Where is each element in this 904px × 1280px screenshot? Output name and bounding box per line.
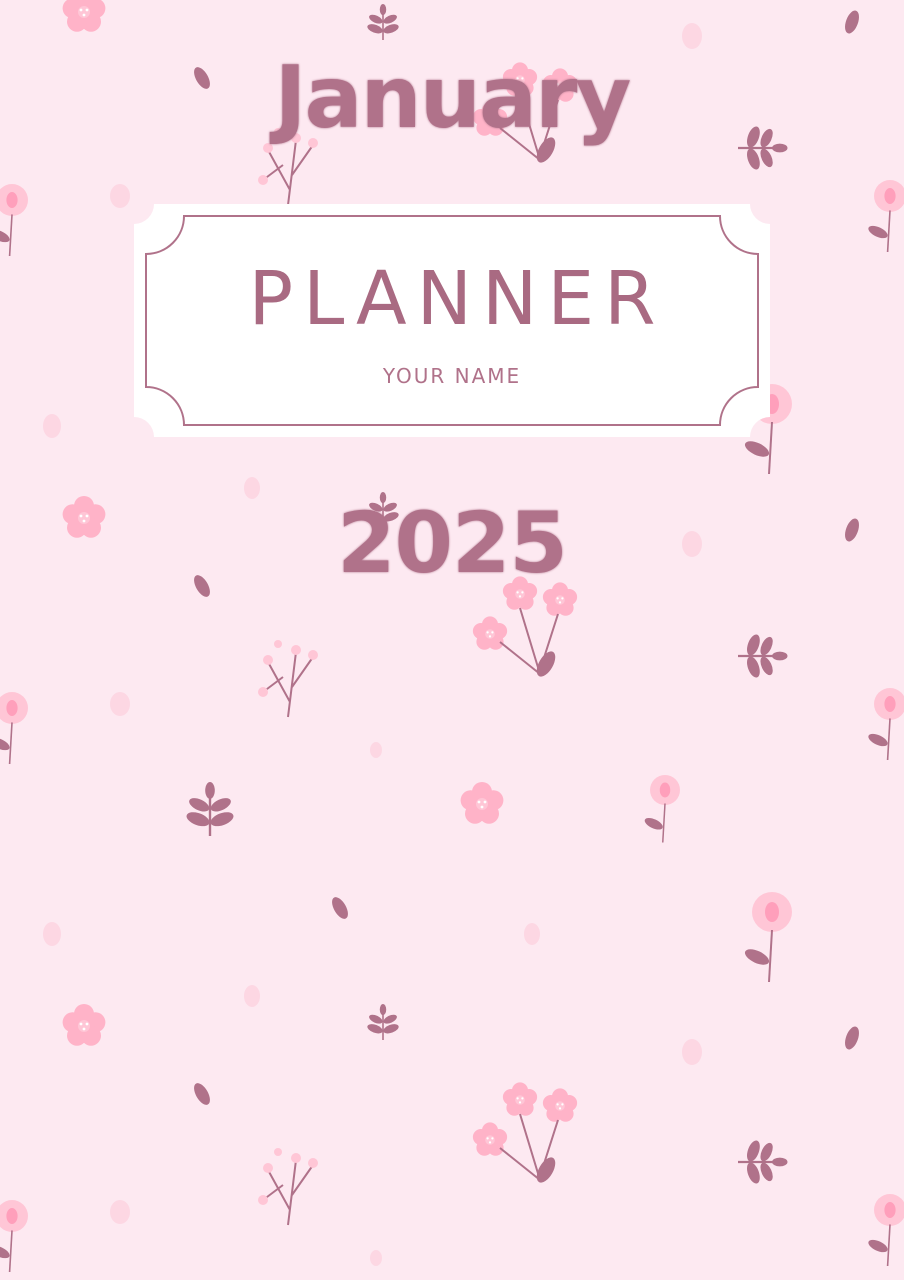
title-label-card: PLANNER YOUR NAME (134, 204, 770, 437)
leaf-icon (183, 3, 789, 1187)
planner-title: PLANNER (248, 256, 666, 342)
floral-background (0, 0, 904, 1273)
year-title: 2025 (337, 494, 568, 592)
name-field[interactable]: YOUR NAME (134, 364, 770, 388)
month-title: January (274, 48, 632, 148)
